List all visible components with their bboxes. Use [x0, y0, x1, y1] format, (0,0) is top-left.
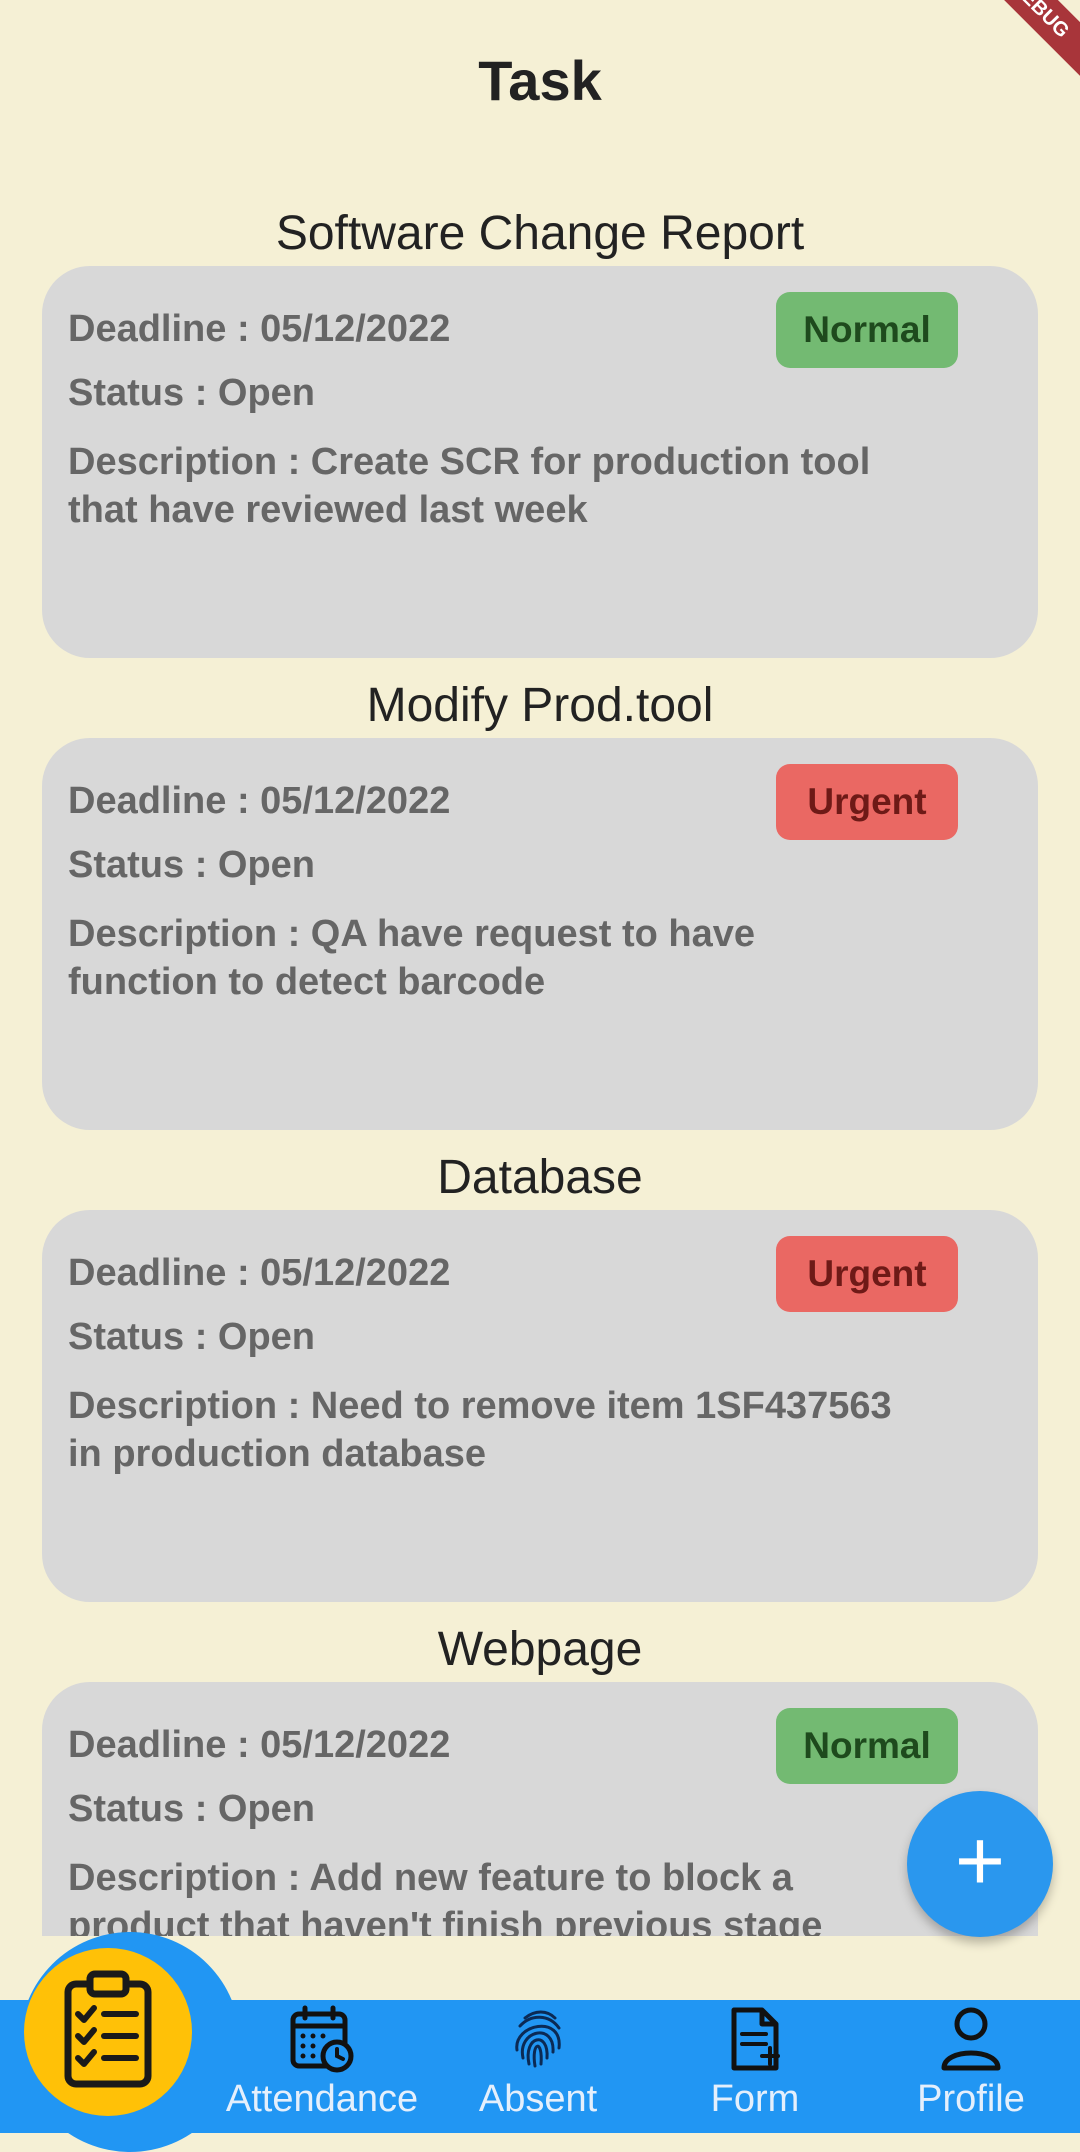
task-status: Status : Open: [68, 372, 316, 414]
plus-icon: +: [954, 1813, 1006, 1909]
page-title: Task: [478, 49, 602, 112]
task-description: Description : Create SCR for production …: [68, 441, 871, 531]
priority-badge: Normal: [776, 292, 958, 368]
priority-badge: Urgent: [776, 1236, 958, 1312]
nav-label-profile: Profile: [917, 2078, 1025, 2120]
nav-item-attendance[interactable]: Attendance: [222, 2004, 422, 2121]
fingerprint-icon: [515, 2010, 561, 2068]
person-icon: [941, 2007, 1001, 2071]
task-heading: Modify Prod.tool: [366, 679, 714, 732]
priority-badge: Normal: [776, 1708, 958, 1784]
nav-item-profile[interactable]: Profile: [871, 2004, 1071, 2121]
task-deadline: Deadline : 05/12/2022: [68, 1724, 451, 1766]
task-heading: Database: [437, 1151, 643, 1204]
task-status: Status : Open: [68, 1788, 316, 1830]
nav-label-attendance: Attendance: [225, 2078, 419, 2120]
task-card[interactable]: Deadline : 05/12/2022 Status : Open Desc…: [42, 1682, 1038, 1936]
task-card[interactable]: Deadline : 05/12/2022 Status : Open Desc…: [42, 266, 1038, 658]
task-card[interactable]: Deadline : 05/12/2022 Status : Open Desc…: [42, 1210, 1038, 1602]
document-add-icon: [731, 2007, 780, 2071]
nav-item-form[interactable]: Form: [655, 2004, 855, 2121]
task-heading: Webpage: [437, 1623, 643, 1676]
clipboard-checklist-icon: [64, 1970, 152, 2088]
task-description: Description : Need to remove item 1SF437…: [68, 1385, 892, 1475]
task-deadline: Deadline : 05/12/2022: [68, 308, 451, 350]
nav-item-task[interactable]: [24, 1948, 192, 2116]
task-status: Status : Open: [68, 844, 316, 886]
task-description: Description : Add new feature to block a…: [68, 1857, 823, 1936]
priority-badge: Urgent: [776, 764, 958, 840]
task-status: Status : Open: [68, 1316, 316, 1358]
task-deadline: Deadline : 05/12/2022: [68, 1252, 451, 1294]
task-heading: Software Change Report: [275, 207, 805, 260]
nav-label-form: Form: [710, 2078, 800, 2120]
task-description: Description : QA have request to have fu…: [68, 913, 755, 1003]
add-task-button[interactable]: +: [907, 1791, 1053, 1937]
calendar-clock-icon: [290, 2005, 354, 2073]
task-list[interactable]: Task Software Change Report Deadline : 0…: [0, 0, 1080, 1936]
task-deadline: Deadline : 05/12/2022: [68, 780, 451, 822]
task-card[interactable]: Deadline : 05/12/2022 Status : Open Desc…: [42, 738, 1038, 1130]
nav-label-absent: Absent: [478, 2078, 598, 2120]
nav-item-absent[interactable]: Absent: [438, 2004, 638, 2121]
